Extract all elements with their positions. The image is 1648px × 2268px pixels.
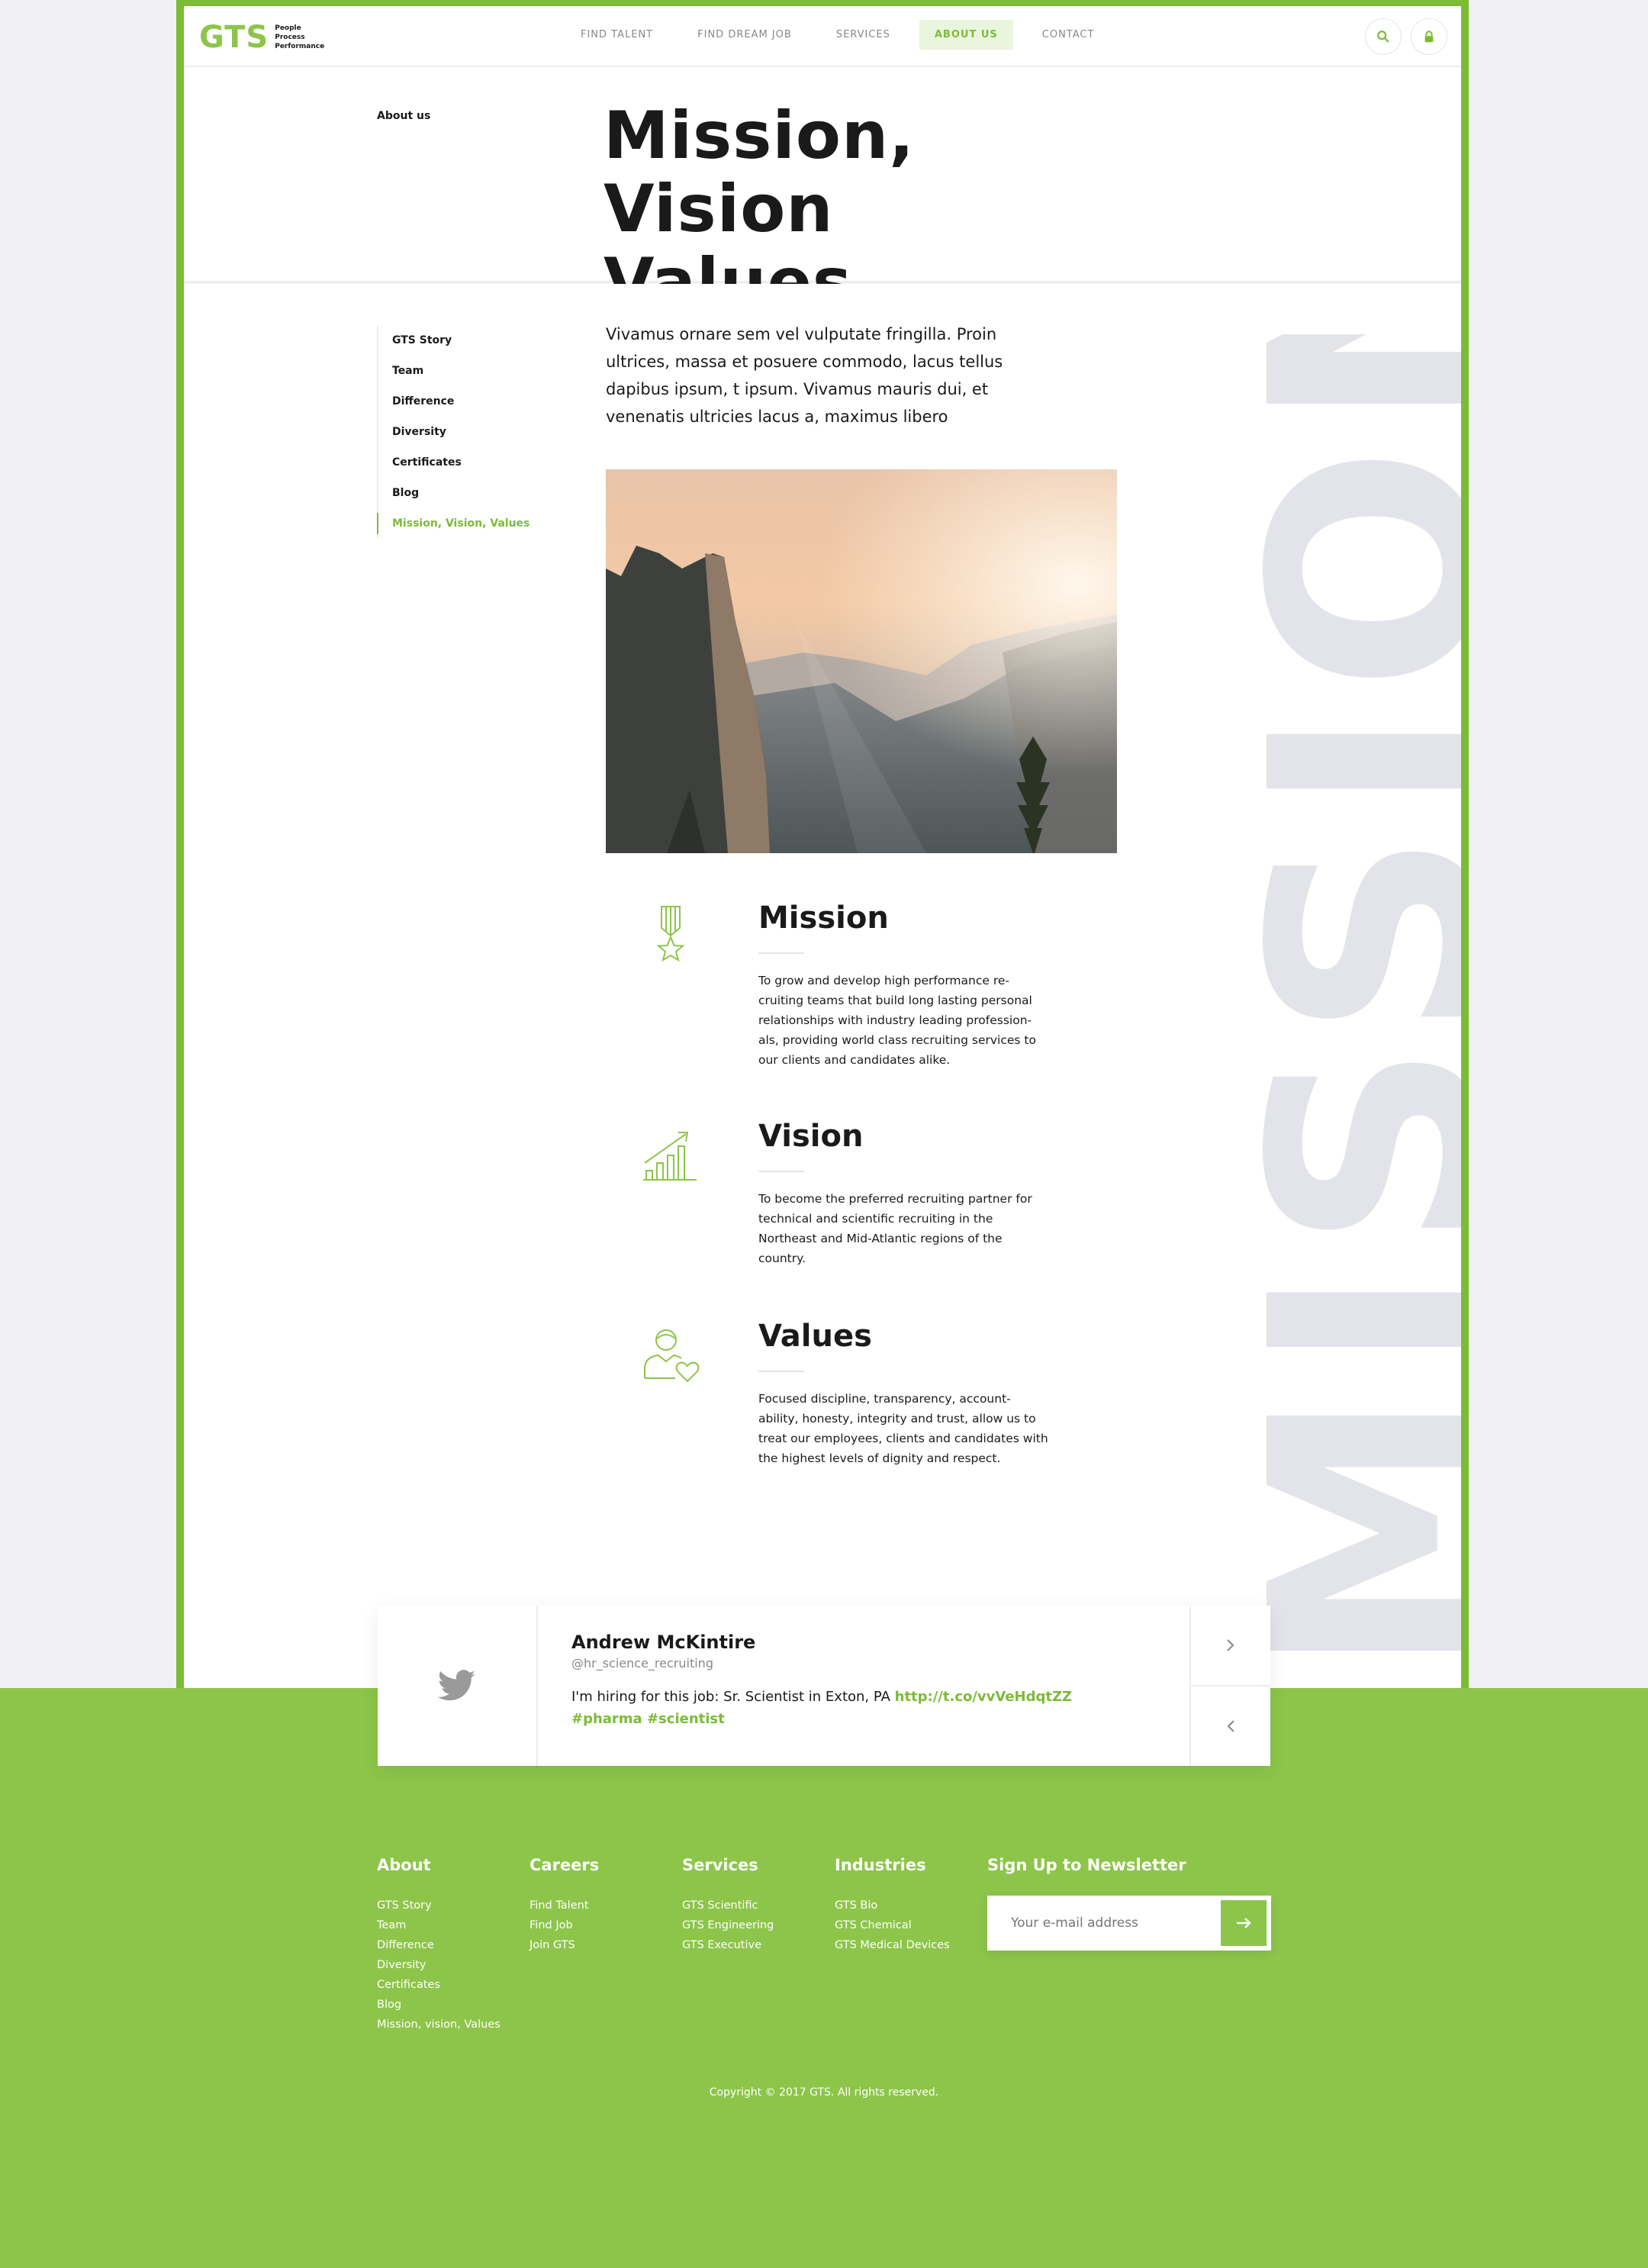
growth-chart-icon <box>643 1132 697 1181</box>
hero: About us Mission, Vision Values <box>184 67 1461 319</box>
footer-link[interactable]: Find Job <box>529 1915 599 1935</box>
search-button[interactable] <box>1365 18 1402 55</box>
tweet-hashtags[interactable]: #pharma #scientist <box>571 1711 725 1727</box>
tweet-card: Andrew McKintire @hr_science_recruiting … <box>378 1606 1270 1766</box>
footer-link[interactable]: GTS Scientific <box>682 1896 774 1915</box>
page-title-line: Mission, Vision <box>604 98 915 247</box>
footer-link[interactable]: GTS Executive <box>682 1935 774 1955</box>
side-menu: GTS Story Team Difference Diversity Cert… <box>376 325 529 539</box>
footer-heading: Services <box>682 1856 758 1874</box>
tweet-author-handle[interactable]: @hr_science_recruiting <box>571 1656 1156 1670</box>
newsletter-submit-button[interactable] <box>1221 1900 1267 1946</box>
mission-section: Mission To grow and develop high perform… <box>606 900 1140 1084</box>
footer-link[interactable]: Team <box>377 1915 501 1935</box>
footer-link[interactable]: GTS Engineering <box>682 1915 774 1935</box>
tagline-line: Performance <box>275 43 325 50</box>
footer: About GTS Story Team Difference Diversit… <box>0 1688 1648 2268</box>
lock-icon <box>1424 31 1434 43</box>
footer-link[interactable]: Mission, vision, Values <box>377 2015 501 2034</box>
nav-about-us[interactable]: ABOUT US <box>919 20 1013 50</box>
sidemenu-gts-story[interactable]: GTS Story <box>378 325 529 356</box>
breadcrumb[interactable]: About us <box>377 110 430 122</box>
divider <box>758 1371 804 1372</box>
vision-title: Vision <box>758 1119 864 1154</box>
footer-heading: Careers <box>529 1856 600 1874</box>
values-text: Focused discipline, transparency, accoun… <box>758 1392 1048 1465</box>
footer-link[interactable]: GTS Chemical <box>835 1915 950 1935</box>
sidemenu-diversity[interactable]: Diversity <box>378 417 529 447</box>
values-section: Values Focused discipline, transparency,… <box>606 1319 1140 1487</box>
divider <box>758 1171 804 1172</box>
vision-text: To become the preferred recruiting partn… <box>758 1192 1032 1265</box>
sidemenu-mission-vision-values[interactable]: Mission, Vision, Values <box>376 508 529 539</box>
tweet-navigation <box>1189 1606 1270 1766</box>
tweet-next-button[interactable] <box>1191 1606 1270 1687</box>
copyright: Copyright © 2017 GTS. All rights reserve… <box>709 2086 939 2099</box>
mission-text: To grow and develop high performance re-… <box>758 974 1036 1067</box>
footer-heading: Industries <box>835 1856 926 1874</box>
footer-link[interactable]: Diversity <box>377 1955 501 1975</box>
divider <box>758 952 804 954</box>
nav-services[interactable]: SERVICES <box>821 20 906 50</box>
footer-link[interactable]: GTS Bio <box>835 1896 950 1915</box>
tweet-link[interactable]: http://t.co/vvVeHdqtZZ <box>895 1689 1072 1705</box>
twitter-icon <box>438 1670 476 1701</box>
top-header: GTS People Process Performance FIND TALE… <box>184 6 1461 67</box>
search-icon <box>1377 31 1389 43</box>
intro-text: Vivamus ornare sem vel vulputate fringil… <box>606 325 1003 426</box>
logo-tagline: People Process Performance <box>275 24 324 51</box>
footer-link[interactable]: Join GTS <box>529 1935 599 1955</box>
sidemenu-certificates[interactable]: Certificates <box>378 447 529 478</box>
medal-icon <box>656 906 685 962</box>
chevron-left-icon <box>1227 1720 1234 1732</box>
tweet-author-name[interactable]: Andrew McKintire <box>571 1632 1156 1653</box>
nav-find-talent[interactable]: FIND TALENT <box>565 20 668 50</box>
arrow-right-icon <box>1237 1918 1251 1928</box>
mission-title: Mission <box>758 900 889 936</box>
footer-col-about: About GTS Story Team Difference Diversit… <box>377 1856 501 2034</box>
chevron-right-icon <box>1227 1639 1234 1651</box>
footer-link[interactable]: GTS Medical Devices <box>835 1935 950 1955</box>
vision-section: Vision To become the preferred recruitin… <box>606 1119 1140 1271</box>
sidemenu-blog[interactable]: Blog <box>378 478 529 508</box>
footer-link[interactable]: GTS Story <box>377 1896 501 1915</box>
newsletter: Sign Up to Newsletter <box>987 1856 1271 1951</box>
person-heart-icon <box>644 1329 700 1383</box>
logo-mark: GTS <box>199 20 269 55</box>
sidemenu-team[interactable]: Team <box>378 356 529 386</box>
logo[interactable]: GTS People Process Performance <box>199 20 324 55</box>
nav-find-dream-job[interactable]: FIND DREAM JOB <box>682 20 807 50</box>
watermark-text: MISSION <box>1260 334 1461 1677</box>
footer-link[interactable]: Find Talent <box>529 1896 599 1915</box>
newsletter-email-input[interactable] <box>990 1900 1221 1946</box>
footer-col-careers: Careers Find Talent Find Job Join GTS <box>529 1856 599 1955</box>
watermark-label: MISSION <box>1260 334 1461 1677</box>
tweet-message: I'm hiring for this job: Sr. Scientist i… <box>571 1689 890 1705</box>
tagline-line: Process <box>275 34 305 41</box>
footer-link[interactable]: Blog <box>377 1995 501 2015</box>
main-nav: FIND TALENT FIND DREAM JOB SERVICES ABOU… <box>565 20 1123 50</box>
login-button[interactable] <box>1411 18 1447 55</box>
tweet-icon-panel <box>378 1606 538 1766</box>
mountain-photo <box>606 469 1117 853</box>
nav-contact[interactable]: CONTACT <box>1027 20 1110 50</box>
newsletter-form <box>987 1896 1271 1951</box>
tweet-body: Andrew McKintire @hr_science_recruiting … <box>538 1606 1189 1766</box>
sidemenu-difference[interactable]: Difference <box>378 386 529 417</box>
footer-col-industries: Industries GTS Bio GTS Chemical GTS Medi… <box>835 1856 950 1955</box>
footer-link[interactable]: Difference <box>377 1935 501 1955</box>
footer-link[interactable]: Certificates <box>377 1975 501 1995</box>
tagline-line: People <box>275 24 301 32</box>
page-container: GTS People Process Performance FIND TALE… <box>184 6 1461 1688</box>
newsletter-heading: Sign Up to Newsletter <box>987 1856 1186 1874</box>
tweet-prev-button[interactable] <box>1191 1687 1270 1766</box>
footer-col-services: Services GTS Scientific GTS Engineering … <box>682 1856 774 1955</box>
values-title: Values <box>758 1319 872 1354</box>
footer-heading: About <box>377 1856 431 1874</box>
tweet-text: I'm hiring for this job: Sr. Scientist i… <box>571 1686 1156 1730</box>
